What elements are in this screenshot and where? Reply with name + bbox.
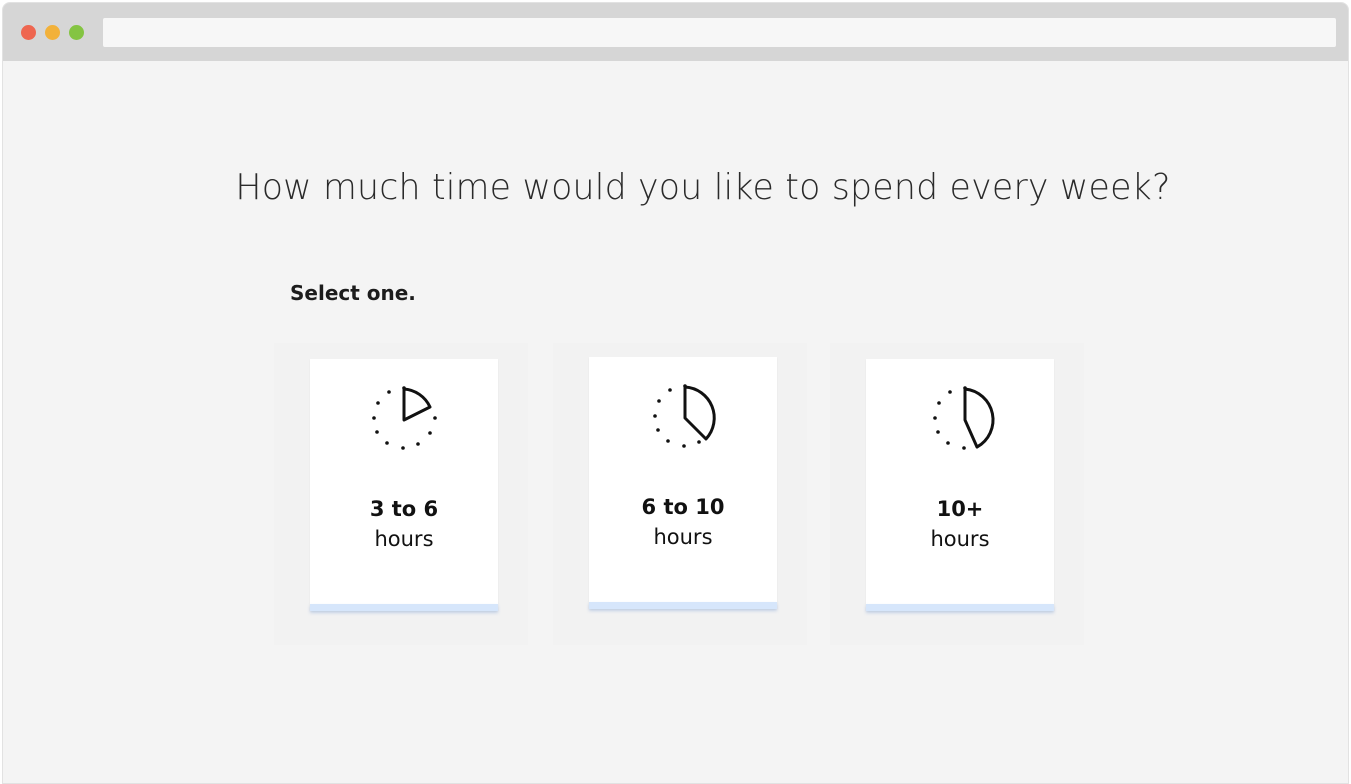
option-amount: 10+ bbox=[936, 497, 984, 521]
select-instruction: Select one. bbox=[290, 281, 416, 305]
option-unit: hours bbox=[653, 525, 713, 549]
title-bar bbox=[3, 3, 1348, 61]
clock-quarter-icon bbox=[372, 386, 437, 450]
clock-third-icon bbox=[653, 384, 716, 448]
card-accent-bar bbox=[310, 604, 498, 611]
card-accent-bar bbox=[589, 602, 777, 609]
option-container-2: 6 to 10 hours bbox=[553, 343, 807, 645]
option-container-3: 10+ hours bbox=[830, 343, 1084, 645]
option-amount: 3 to 6 bbox=[369, 497, 439, 521]
card-accent-bar bbox=[866, 604, 1054, 611]
page-title: How much time would you like to spend ev… bbox=[235, 167, 1171, 208]
option-card-6-to-10[interactable]: 6 to 10 hours bbox=[589, 357, 777, 609]
minimize-window-button[interactable] bbox=[45, 25, 60, 40]
clock-half-icon bbox=[933, 386, 995, 450]
option-unit: hours bbox=[374, 527, 434, 551]
option-amount: 6 to 10 bbox=[641, 495, 725, 519]
option-card-3-to-6[interactable]: 3 to 6 hours bbox=[310, 359, 498, 611]
address-bar[interactable] bbox=[103, 18, 1336, 47]
option-card-10-plus[interactable]: 10+ hours bbox=[866, 359, 1054, 611]
maximize-window-button[interactable] bbox=[69, 25, 84, 40]
option-container-1: 3 to 6 hours bbox=[274, 343, 528, 645]
close-window-button[interactable] bbox=[21, 25, 36, 40]
option-unit: hours bbox=[930, 527, 990, 551]
browser-window: How much time would you like to spend ev… bbox=[2, 2, 1349, 784]
